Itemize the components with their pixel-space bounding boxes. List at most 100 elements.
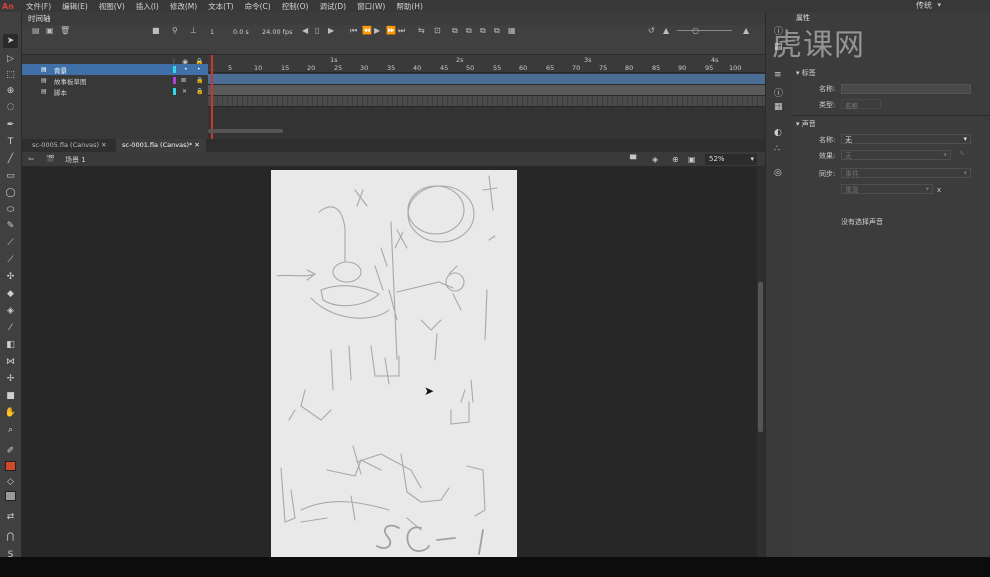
- play-icon[interactable]: ▶: [374, 26, 380, 35]
- menu-modify[interactable]: 修改(M): [170, 1, 197, 12]
- line-tool-icon[interactable]: ╱: [3, 152, 18, 166]
- pencil-tool-icon[interactable]: ✎: [3, 219, 18, 233]
- layer-color-swatch[interactable]: [173, 88, 176, 95]
- swatches-panel-icon[interactable]: ▦: [774, 102, 783, 112]
- free-transform-icon[interactable]: ⬚: [3, 68, 18, 82]
- frame-grid[interactable]: 1s 2s 3s 4s 1 5 10 15 20 25 30 35 40 45 …: [208, 55, 765, 139]
- paint-bucket-icon[interactable]: ◆: [3, 287, 18, 301]
- brush-tool-icon[interactable]: ⟋: [3, 236, 18, 250]
- layer-row[interactable]: ▤ 背景 • •: [22, 64, 208, 75]
- undo-icon[interactable]: ↺: [648, 26, 655, 35]
- prev-frame-icon[interactable]: ◀: [302, 26, 308, 35]
- menu-control[interactable]: 控制(O): [282, 1, 309, 12]
- layer-name[interactable]: 背景: [54, 65, 67, 75]
- stage-settings-icon[interactable]: ▀: [630, 155, 636, 164]
- text-tool-icon[interactable]: T: [3, 135, 18, 149]
- info-panel-icon[interactable]: ⓘ: [774, 86, 783, 99]
- loop-playback-icon[interactable]: ⇆: [418, 26, 425, 35]
- zoom-tool-icon[interactable]: ⌕: [3, 423, 18, 437]
- oval-primitive-icon[interactable]: ⬭: [3, 203, 18, 217]
- width-tool-icon[interactable]: ⋈: [3, 355, 18, 369]
- edit-symbols-icon[interactable]: ◈: [652, 155, 658, 164]
- fill-bucket-icon[interactable]: ◇: [3, 475, 18, 489]
- paint-brush-icon[interactable]: ⟋: [3, 253, 18, 267]
- ink-bottle-icon[interactable]: ◈: [3, 304, 18, 318]
- edit-pencil-icon[interactable]: ✎: [959, 150, 965, 158]
- hidden-icon[interactable]: ✕: [182, 88, 187, 95]
- layer-row[interactable]: ▤ 脚本 ✕ 🔒: [22, 86, 208, 97]
- menu-commands[interactable]: 命令(C): [245, 1, 271, 12]
- rectangle-tool-icon[interactable]: ▭: [3, 169, 18, 183]
- selection-tool-icon[interactable]: ➤: [3, 34, 18, 48]
- menu-debug[interactable]: 调试(D): [319, 1, 346, 12]
- stroke-pencil-icon[interactable]: ✐: [3, 444, 18, 458]
- cc-libraries-icon[interactable]: ◎: [774, 168, 782, 178]
- playhead[interactable]: [211, 55, 213, 139]
- label-section-header[interactable]: ▾ 标签: [796, 68, 816, 78]
- menu-text[interactable]: 文本(T): [208, 1, 233, 12]
- modify-markers-icon[interactable]: ⧉: [494, 26, 500, 36]
- eraser-icon[interactable]: ◧: [3, 338, 18, 352]
- slider-handle-icon[interactable]: ○: [692, 26, 699, 35]
- timeline-zoom-slider[interactable]: [677, 30, 732, 31]
- menu-insert[interactable]: 插入(I): [136, 1, 159, 12]
- close-icon[interactable]: ✕: [194, 141, 199, 149]
- subselection-tool-icon[interactable]: ▷: [3, 52, 18, 66]
- stroke-color-swatch[interactable]: [3, 459, 18, 473]
- center-frame-icon[interactable]: ⊡: [434, 26, 441, 35]
- repeat-select[interactable]: 重复 ▾: [841, 184, 933, 194]
- onion-outline-icon[interactable]: ⧉: [466, 26, 472, 36]
- chevron-down-icon[interactable]: ▾: [963, 135, 967, 143]
- new-layer-icon[interactable]: ▤: [32, 26, 40, 35]
- scene-label[interactable]: 场景 1: [65, 155, 86, 165]
- highlight-icon[interactable]: ⚲: [172, 26, 178, 35]
- frame-row[interactable]: [208, 85, 765, 96]
- delete-layer-icon[interactable]: 🗑: [60, 26, 70, 35]
- chevron-down-icon[interactable]: ▾: [750, 155, 754, 163]
- lock-icon[interactable]: 🔒: [196, 88, 203, 95]
- pin-tool-icon[interactable]: ✢: [3, 372, 18, 386]
- zoom-in-timeline-icon[interactable]: ▲: [743, 26, 749, 35]
- layer-name[interactable]: 故事板草图: [54, 76, 87, 86]
- layer-depth-icon[interactable]: ⊥: [190, 26, 197, 35]
- clip-content-icon[interactable]: ▣: [688, 155, 696, 164]
- camera-icon[interactable]: ■: [152, 26, 160, 35]
- lasso-icon[interactable]: ◌: [3, 100, 18, 114]
- layer-color-swatch[interactable]: [173, 66, 176, 73]
- dot-icon[interactable]: •: [197, 66, 201, 73]
- sound-section-header[interactable]: ▾ 声音: [796, 119, 816, 129]
- hand-tool-icon[interactable]: ✋: [3, 406, 18, 420]
- menu-window[interactable]: 窗口(W): [357, 1, 385, 12]
- motion-panel-icon[interactable]: ∴: [774, 144, 780, 154]
- chevron-down-icon[interactable]: ▾: [937, 1, 941, 9]
- menu-view[interactable]: 视图(V): [99, 1, 125, 12]
- frame-row[interactable]: [208, 74, 765, 85]
- lock-icon[interactable]: 🔒: [196, 77, 203, 84]
- tab-document[interactable]: sc-0001.fla (Canvas)* ✕: [116, 139, 206, 152]
- snap-magnet-icon[interactable]: ⋂: [3, 530, 18, 544]
- effect-select[interactable]: 无 ▾: [841, 150, 951, 160]
- timeline-scrollbar[interactable]: [208, 129, 283, 133]
- center-stage-icon[interactable]: ⊕: [672, 155, 679, 164]
- chevron-down-icon[interactable]: ▾: [943, 151, 947, 159]
- close-icon[interactable]: ✕: [101, 141, 106, 149]
- sync-select[interactable]: 事件 ▾: [841, 168, 971, 178]
- swap-colors-icon[interactable]: ⇄: [3, 510, 18, 524]
- menu-help[interactable]: 帮助(H): [396, 1, 423, 12]
- step-forward-icon[interactable]: ⏩: [386, 26, 396, 35]
- go-first-icon[interactable]: ⏮: [350, 26, 357, 36]
- frame-row[interactable]: [208, 96, 765, 107]
- align-panel-icon[interactable]: ≡: [774, 70, 782, 80]
- zoom-select[interactable]: 52% ▾: [705, 154, 757, 165]
- layer-name[interactable]: 脚本: [54, 87, 67, 97]
- step-back-icon[interactable]: ⏪: [362, 26, 372, 35]
- layer-color-swatch[interactable]: [173, 77, 176, 84]
- label-name-input[interactable]: [841, 84, 971, 94]
- menu-edit[interactable]: 编辑(E): [62, 1, 88, 12]
- chevron-down-icon[interactable]: ▾: [963, 169, 967, 177]
- layer-row[interactable]: ▤ 故事板草图 ⊠ 🔒: [22, 75, 208, 86]
- pen-tool-icon[interactable]: ✒: [3, 118, 18, 132]
- tab-document[interactable]: sc-0005.fla (Canvas) ✕: [26, 139, 113, 152]
- workspace-switcher[interactable]: 传统: [916, 0, 932, 11]
- label-type-select[interactable]: 名称: [841, 99, 881, 110]
